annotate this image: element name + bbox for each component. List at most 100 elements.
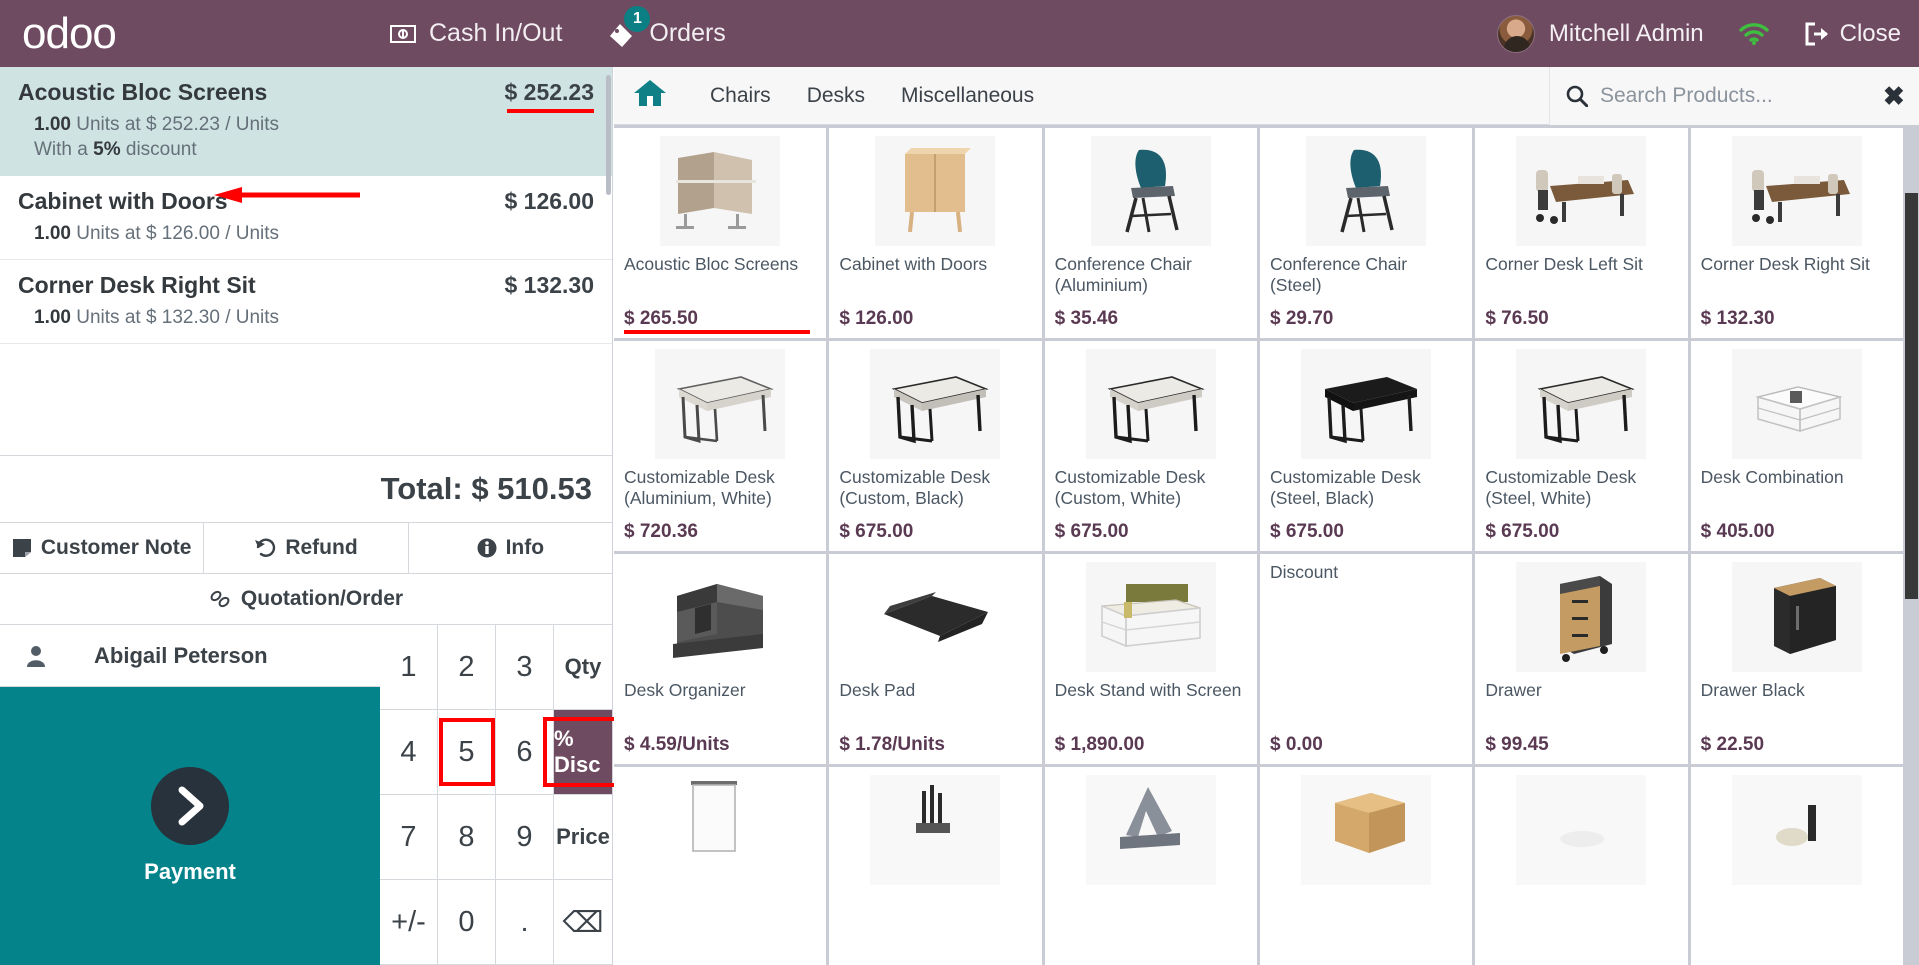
product-card[interactable]: Corner Desk Right Sit $ 132.30	[1690, 128, 1903, 338]
product-card[interactable]: Desk Stand with Screen $ 1,890.00	[1044, 554, 1257, 764]
wifi-icon[interactable]	[1738, 22, 1770, 46]
close-icon[interactable]: ✖	[1883, 83, 1905, 109]
product-image-customizable-desk-aluminium-white	[624, 347, 816, 461]
product-name: Conference Chair (Aluminium)	[1054, 254, 1192, 295]
numpad-key-2[interactable]: 2	[438, 625, 496, 710]
product-card[interactable]: Drawer Black $ 22.50	[1690, 554, 1903, 764]
orderlines-list[interactable]: Acoustic Bloc Screens $ 252.23 1.00 Unit…	[0, 67, 612, 456]
product-image-corner-desk-left-sit	[1485, 134, 1677, 248]
orderline-corner-desk-right-sit[interactable]: Corner Desk Right Sit $ 132.30 1.00 Unit…	[0, 260, 612, 344]
product-card[interactable]: Customizable Desk (Steel, White) $ 675.0…	[1475, 341, 1688, 551]
refund-button[interactable]: Refund	[204, 523, 409, 573]
orderline-qty-detail: 1.00 Units at $ 252.23 / Units	[18, 114, 594, 136]
quotation-order-button[interactable]: Quotation/Order	[0, 574, 612, 625]
orders-button[interactable]: 1 Orders	[606, 0, 726, 67]
product-image-cabinet-with-doors	[839, 134, 1031, 248]
product-image-pens	[839, 773, 1031, 887]
home-icon[interactable]	[632, 77, 668, 114]
info-button[interactable]: Info	[408, 523, 612, 573]
numpad-key-4[interactable]: 4	[380, 710, 438, 795]
numpad-key-9[interactable]: 9	[496, 795, 554, 880]
orderline-name: Cabinet with Doors	[18, 188, 228, 214]
product-price: $ 675.00	[1054, 521, 1129, 542]
numpad-key-5[interactable]: 5	[438, 710, 496, 795]
product-price: $ 4.59/Units	[624, 734, 730, 755]
odoo-logo[interactable]: odoo	[22, 11, 117, 56]
numpad-key-3[interactable]: 3	[496, 625, 554, 710]
order-total: Total: $ 510.53	[380, 471, 592, 506]
product-card[interactable]: Customizable Desk (Custom, Black) $ 675.…	[829, 341, 1042, 551]
product-card[interactable]	[1044, 767, 1257, 965]
orderline-price: $ 126.00	[504, 188, 594, 214]
topbar-right-group: Mitchell Admin Close	[1496, 0, 1901, 67]
numpad-mode-qty[interactable]: Qty	[554, 625, 612, 710]
orderline-unitprice: Units at $ 252.23 / Units	[70, 114, 280, 135]
product-price: $ 126.00	[839, 308, 914, 329]
close-session-button[interactable]: Close	[1804, 20, 1901, 48]
info-label: Info	[505, 536, 545, 559]
order-total-bar: Total: $ 510.53	[0, 456, 612, 523]
orderline-name: Acoustic Bloc Screens	[18, 79, 268, 105]
product-name: Corner Desk Right Sit	[1700, 254, 1870, 274]
product-card[interactable]	[1690, 767, 1903, 965]
payment-column: Abigail Peterson Payment	[0, 625, 380, 965]
product-card[interactable]: Corner Desk Left Sit $ 76.50	[1475, 128, 1688, 338]
product-name: Desk Stand with Screen	[1054, 680, 1242, 700]
product-card[interactable]: Conference Chair (Steel) $ 29.70	[1259, 128, 1473, 338]
category-chairs[interactable]: Chairs	[692, 67, 789, 125]
link-icon	[209, 589, 231, 609]
cash-in-out-button[interactable]: Cash In/Out	[390, 0, 562, 67]
numpad-key-1[interactable]: 1	[380, 625, 438, 710]
orderline-qty-detail: 1.00 Units at $ 132.30 / Units	[18, 307, 594, 329]
orderline-acoustic-bloc-screens[interactable]: Acoustic Bloc Screens $ 252.23 1.00 Unit…	[0, 67, 612, 203]
product-card[interactable]	[1475, 767, 1688, 965]
product-price: $ 675.00	[1485, 521, 1560, 542]
product-card[interactable]: Drawer $ 99.45	[1475, 554, 1688, 764]
product-grid-scrollbar-track[interactable]	[1903, 125, 1919, 965]
product-price: $ 675.00	[839, 521, 914, 542]
numpad-key-8[interactable]: 8	[438, 795, 496, 880]
orderline-name: Corner Desk Right Sit	[18, 272, 256, 298]
product-card[interactable]	[614, 767, 827, 965]
product-card[interactable]: Cabinet with Doors $ 126.00	[829, 128, 1042, 338]
category-desks[interactable]: Desks	[789, 67, 883, 125]
category-miscellaneous[interactable]: Miscellaneous	[883, 67, 1052, 125]
customer-select-button[interactable]: Abigail Peterson	[0, 625, 380, 687]
numpad-mode-discount[interactable]: % Disc	[554, 710, 612, 795]
numpad-key-6[interactable]: 6	[496, 710, 554, 795]
product-card[interactable]: Desk Organizer $ 4.59/Units	[614, 554, 827, 764]
customer-note-button[interactable]: Customer Note	[0, 523, 205, 573]
product-card[interactable]: Conference Chair (Aluminium) $ 35.46	[1044, 128, 1257, 338]
order-action-row: Customer Note Refund Info	[0, 523, 612, 574]
search-input[interactable]	[1600, 84, 1871, 108]
product-card[interactable]	[1259, 767, 1473, 965]
discount-value: 5%	[93, 139, 121, 160]
product-card[interactable]: Discount $ 0.00	[1259, 554, 1473, 764]
product-image-conference-chair-steel	[1270, 134, 1462, 248]
orderlines-scrollbar[interactable]	[606, 75, 611, 195]
product-card[interactable]: Customizable Desk (Aluminium, White) $ 7…	[614, 341, 827, 551]
product-card[interactable]: Desk Combination $ 405.00	[1690, 341, 1903, 551]
top-navbar: odoo Cash In/Out 1 Orders Mitchell Admin…	[0, 0, 1919, 67]
numpad-key-backspace[interactable]: ⌫	[554, 880, 612, 965]
numpad-key-decimal[interactable]: .	[496, 880, 554, 965]
product-name: Drawer Black	[1700, 680, 1805, 700]
product-name: Desk Pad	[839, 680, 916, 700]
numpad-mode-price[interactable]: Price	[554, 795, 612, 880]
product-grid-scrollbar-thumb[interactable]	[1905, 193, 1918, 599]
product-card[interactable]: Acoustic Bloc Screens $ 265.50	[614, 128, 827, 338]
product-price: $ 720.36	[624, 521, 698, 542]
numpad-key-7[interactable]: 7	[380, 795, 438, 880]
chevron-right-icon	[151, 767, 229, 845]
product-name: Customizable Desk (Steel, Black)	[1269, 467, 1421, 508]
product-card[interactable]	[829, 767, 1042, 965]
numpad-key-plusminus[interactable]: +/-	[380, 880, 438, 965]
numpad-key-0[interactable]: 0	[438, 880, 496, 965]
orderline-qty: 1.00	[34, 223, 71, 244]
product-card[interactable]: Customizable Desk (Steel, Black) $ 675.0…	[1259, 341, 1473, 551]
product-card[interactable]: Desk Pad $ 1.78/Units	[829, 554, 1042, 764]
product-price: $ 76.50	[1485, 308, 1549, 329]
payment-button[interactable]: Payment	[0, 687, 380, 965]
user-menu-button[interactable]: Mitchell Admin	[1496, 14, 1704, 53]
product-card[interactable]: Customizable Desk (Custom, White) $ 675.…	[1044, 341, 1257, 551]
